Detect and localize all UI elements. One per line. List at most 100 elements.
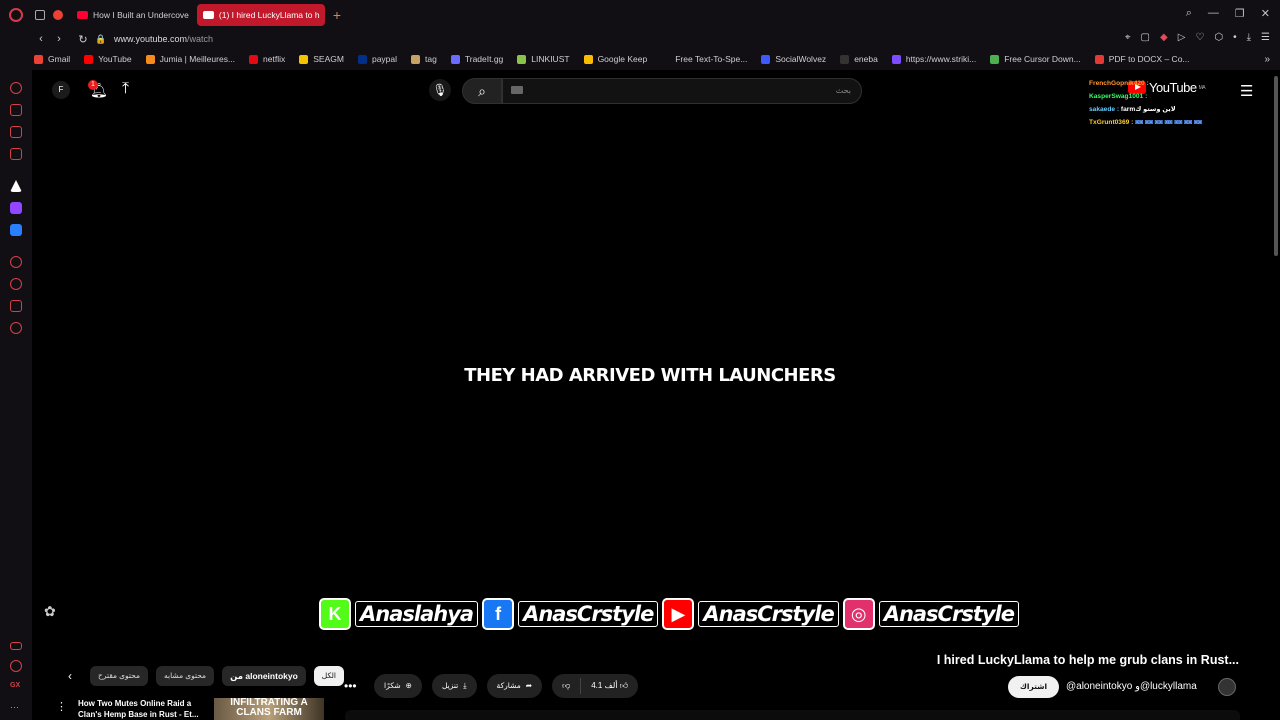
shopping-icon[interactable]	[10, 104, 22, 116]
thanks-icon: ⊕	[405, 681, 412, 690]
bookmark-item[interactable]: TradeIt.gg	[450, 54, 503, 64]
download-icon: ⤓	[463, 681, 467, 690]
aria-icon[interactable]	[10, 82, 22, 94]
opera-logo-icon[interactable]	[9, 8, 23, 22]
chevron-left-icon[interactable]: ‹	[68, 669, 72, 683]
url-field[interactable]: www.youtube.com/watch	[114, 34, 213, 44]
close-button[interactable]: ✕	[1261, 7, 1270, 20]
heart-icon[interactable]: ♡	[1195, 32, 1204, 43]
tab-undercover[interactable]: How I Built an Undercove	[71, 4, 195, 26]
easy-setup-icon[interactable]: ☰	[1261, 32, 1270, 43]
gx-control-icon[interactable]	[10, 660, 22, 672]
chip-from-channel[interactable]: من aloneintokyo	[222, 666, 306, 686]
chat-user: sakaede :	[1089, 106, 1120, 113]
chip-related[interactable]: محتوى مشابه	[156, 666, 215, 686]
search-button[interactable]: ⌕	[462, 78, 502, 104]
video-title: I hired LuckyLlama to help me grub clans…	[936, 653, 1239, 667]
bookmark-item[interactable]: SEAGM	[299, 54, 344, 64]
download-button[interactable]: تنزيل ⤓	[431, 674, 477, 698]
bookmark-item[interactable]: LINKIUST	[517, 54, 570, 64]
chat-line: sakaede : farmلاين وستو ك	[1089, 103, 1259, 116]
subscribe-button[interactable]: اشتراك	[1008, 676, 1060, 698]
extensions-icon[interactable]: ⬡	[1214, 32, 1223, 43]
scrollbar-thumb[interactable]	[1274, 76, 1278, 256]
account-avatar[interactable]: F	[52, 81, 70, 99]
bookmarks-overflow-icon[interactable]: »	[1264, 54, 1270, 65]
like-dislike-group: 👎︎ 4.1 ألف 👍︎	[552, 674, 639, 698]
minimize-button[interactable]: —	[1208, 7, 1219, 20]
chip-all[interactable]: الكل	[313, 666, 344, 686]
bookmark-item[interactable]: https://www.striki...	[891, 54, 976, 64]
bookmark-item[interactable]: Free Text-To-Spe...	[661, 54, 747, 64]
recommended-video[interactable]: ⋮ How Two Mutes Online Raid a Clan's Hem…	[56, 698, 332, 720]
pinned-tab-icon[interactable]	[53, 10, 63, 20]
bookmark-label: Google Keep	[597, 54, 648, 64]
dislike-icon[interactable]: 👎︎	[552, 674, 580, 698]
tab-luckyllama[interactable]: (1) I hired LuckyLlama to h	[196, 4, 325, 26]
bookmark-item[interactable]: PDF to DOCX – Co...	[1094, 54, 1190, 64]
player-icon[interactable]	[10, 256, 22, 268]
chip-suggested[interactable]: محتوى مقترح	[90, 666, 149, 686]
bookmark-favicon-icon	[411, 54, 421, 64]
keyboard-icon[interactable]	[511, 86, 523, 94]
bookmark-item[interactable]: YouTube	[84, 54, 132, 64]
chat-user: TxGrunt0369 :	[1089, 119, 1134, 126]
app-icon[interactable]	[10, 224, 22, 236]
messenger-icon[interactable]	[10, 148, 22, 160]
bookmark-item[interactable]: Google Keep	[583, 54, 648, 64]
recommended-thumbnail[interactable]: INFILTRATING A CLANS FARM	[214, 698, 324, 720]
profile-icon[interactable]: •	[1233, 32, 1237, 43]
bookmark-item[interactable]: tag	[411, 54, 437, 64]
share-button[interactable]: مشاركة ➦	[486, 674, 543, 698]
search-input[interactable]: بحث	[502, 78, 862, 104]
bookmark-item[interactable]: eneba	[840, 54, 878, 64]
browser-tab-strip: How I Built an Undercove (1) I hired Luc…	[0, 0, 1280, 30]
chat-message: farmلاين وستو ك	[1120, 106, 1176, 113]
gaming-icon[interactable]	[10, 126, 22, 138]
microphone-icon[interactable]: 🎙︎	[429, 79, 451, 101]
twitch-icon[interactable]	[10, 202, 22, 214]
bookmark-item[interactable]: paypal	[357, 54, 397, 64]
settings-icon[interactable]	[10, 322, 22, 334]
tab-title: How I Built an Undercove	[93, 10, 189, 20]
bookmark-item[interactable]: Jumia | Meilleures...	[145, 54, 236, 64]
history-icon[interactable]	[10, 278, 22, 290]
reload-icon[interactable]: ↻	[76, 33, 90, 46]
channel-avatar[interactable]	[1218, 678, 1236, 696]
bookmark-item[interactable]: SocialWolvez	[761, 54, 826, 64]
workspaces-icon[interactable]	[35, 10, 45, 20]
gx-icon[interactable]: GX	[10, 682, 22, 694]
bookmark-label: Jumia | Meilleures...	[159, 54, 236, 64]
maximize-button[interactable]: ❐	[1235, 7, 1245, 20]
social-handle: AnasCrstyle	[518, 601, 659, 627]
new-tab-button[interactable]: +	[333, 7, 341, 23]
back-icon[interactable]: ‹	[34, 33, 48, 45]
bookmark-item[interactable]: netflix	[249, 54, 285, 64]
snapshot-icon[interactable]: ▢	[1141, 32, 1150, 43]
more-icon[interactable]: ···	[10, 702, 22, 714]
channel-names[interactable]: @aloneintokyo و@luckyllama	[1066, 681, 1197, 692]
pocket-icon[interactable]: ◆	[1160, 32, 1168, 43]
like-button[interactable]: 4.1 ألف 👍︎	[581, 674, 638, 698]
bookmark-favicon-icon	[990, 54, 1000, 64]
kebab-menu-icon[interactable]: ⋮	[56, 700, 78, 713]
storage-icon[interactable]	[10, 642, 22, 650]
bookmark-item[interactable]: Gmail	[34, 54, 70, 64]
upload-icon[interactable]: ⤒	[122, 80, 129, 98]
play-icon[interactable]: ▷	[1178, 32, 1186, 43]
thanks-button[interactable]: شكرًا ⊕	[374, 674, 422, 698]
recommended-title[interactable]: How Two Mutes Online Raid a Clan's Hemp …	[78, 698, 208, 720]
social-logo-icon: ◎	[842, 598, 875, 630]
search-tabs-icon[interactable]: ⌕	[1186, 7, 1192, 20]
scrollbar[interactable]	[1274, 70, 1278, 720]
description-panel[interactable]	[345, 710, 1240, 720]
download-icon[interactable]: ⤓	[1247, 32, 1251, 43]
bookmark-label: Free Text-To-Spe...	[675, 54, 748, 64]
forward-icon[interactable]: ›	[52, 33, 66, 45]
workspace-icon[interactable]	[10, 180, 22, 192]
more-actions-button[interactable]: •••	[344, 679, 364, 693]
pinboard-icon[interactable]	[10, 300, 22, 312]
bookmark-label: YouTube	[98, 54, 132, 64]
pin-icon[interactable]: ⌖	[1125, 32, 1131, 43]
bookmark-item[interactable]: Free Cursor Down...	[990, 54, 1081, 64]
